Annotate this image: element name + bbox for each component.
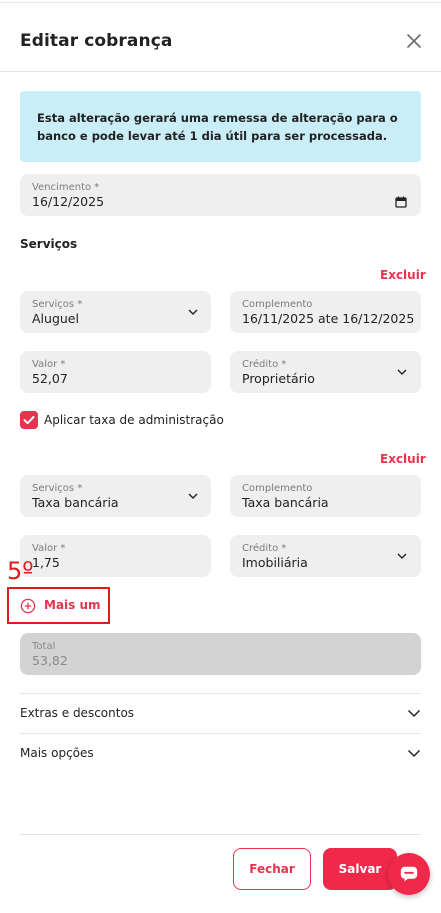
servico-value: Aluguel bbox=[32, 311, 79, 326]
step-annotation: 5º bbox=[7, 557, 34, 585]
complemento-value: Taxa bancária bbox=[242, 495, 329, 510]
modal-header: Editar cobrança bbox=[0, 0, 441, 72]
complemento-label: Complemento bbox=[242, 483, 313, 494]
salvar-button[interactable]: Salvar bbox=[323, 848, 397, 890]
accordion-label: Mais opções bbox=[20, 746, 94, 760]
valor-label: Valor * bbox=[32, 359, 66, 370]
excluir-link-2[interactable]: Excluir bbox=[380, 452, 426, 466]
taxa-admin-checkbox[interactable] bbox=[20, 411, 38, 429]
chevron-down-icon bbox=[397, 553, 407, 559]
fechar-button[interactable]: Fechar bbox=[233, 848, 311, 890]
close-icon[interactable] bbox=[404, 31, 424, 51]
plus-circle-icon bbox=[20, 598, 36, 614]
complemento-value: 16/11/2025 ate 16/12/2025 - A bbox=[242, 311, 417, 326]
vencimento-field[interactable]: Vencimento * 16/12/2025 bbox=[20, 174, 421, 216]
valor-input-2[interactable]: Valor * 1,75 bbox=[20, 535, 211, 577]
excluir-link-1[interactable]: Excluir bbox=[380, 268, 426, 282]
mais-um-label: Mais um bbox=[44, 598, 101, 612]
chevron-down-icon bbox=[188, 309, 198, 315]
chevron-down-icon bbox=[397, 369, 407, 375]
credito-label: Crédito * bbox=[242, 359, 287, 370]
servico-value: Taxa bancária bbox=[32, 495, 119, 510]
credito-value: Proprietário bbox=[242, 371, 315, 386]
complemento-label: Complemento bbox=[242, 299, 313, 310]
vencimento-value: 16/12/2025 bbox=[32, 194, 105, 209]
servico-select-1[interactable]: Serviços * Aluguel bbox=[20, 291, 211, 333]
complemento-input-1[interactable]: Complemento 16/11/2025 ate 16/12/2025 - … bbox=[230, 291, 421, 333]
calendar-icon[interactable] bbox=[395, 196, 407, 208]
chat-icon bbox=[400, 866, 418, 882]
accordion-label: Extras e descontos bbox=[20, 706, 135, 720]
credito-label: Crédito * bbox=[242, 543, 287, 554]
chevron-down-icon bbox=[188, 493, 198, 499]
credito-value: Imobiliária bbox=[242, 555, 308, 570]
chat-button[interactable] bbox=[388, 853, 430, 895]
accordion-extras-descontos[interactable]: Extras e descontos bbox=[20, 693, 421, 733]
valor-input-1[interactable]: Valor * 52,07 bbox=[20, 351, 211, 393]
vencimento-label: Vencimento * bbox=[32, 182, 100, 193]
footer-divider bbox=[20, 834, 421, 835]
total-field: Total 53,82 bbox=[20, 633, 421, 675]
valor-label: Valor * bbox=[32, 543, 66, 554]
chevron-down-icon bbox=[407, 709, 421, 718]
chevron-down-icon bbox=[407, 749, 421, 758]
valor-value: 1,75 bbox=[32, 555, 60, 570]
servicos-section-title: Serviços bbox=[20, 237, 78, 251]
credito-select-1[interactable]: Crédito * Proprietário bbox=[230, 351, 421, 393]
complemento-input-2[interactable]: Complemento Taxa bancária bbox=[230, 475, 421, 517]
accordion-mais-opcoes[interactable]: Mais opções bbox=[20, 733, 421, 773]
valor-value: 52,07 bbox=[32, 371, 68, 386]
total-label: Total bbox=[32, 641, 56, 652]
taxa-admin-label: Aplicar taxa de administração bbox=[44, 413, 224, 427]
servico-select-2[interactable]: Serviços * Taxa bancária bbox=[20, 475, 211, 517]
servico-label: Serviços * bbox=[32, 299, 83, 310]
credito-select-2[interactable]: Crédito * Imobiliária bbox=[230, 535, 421, 577]
total-value: 53,82 bbox=[32, 653, 68, 668]
modal-title: Editar cobrança bbox=[20, 31, 173, 51]
servico-label: Serviços * bbox=[32, 483, 83, 494]
check-icon bbox=[23, 416, 35, 425]
info-alert: Esta alteração gerará uma remessa de alt… bbox=[20, 91, 421, 162]
